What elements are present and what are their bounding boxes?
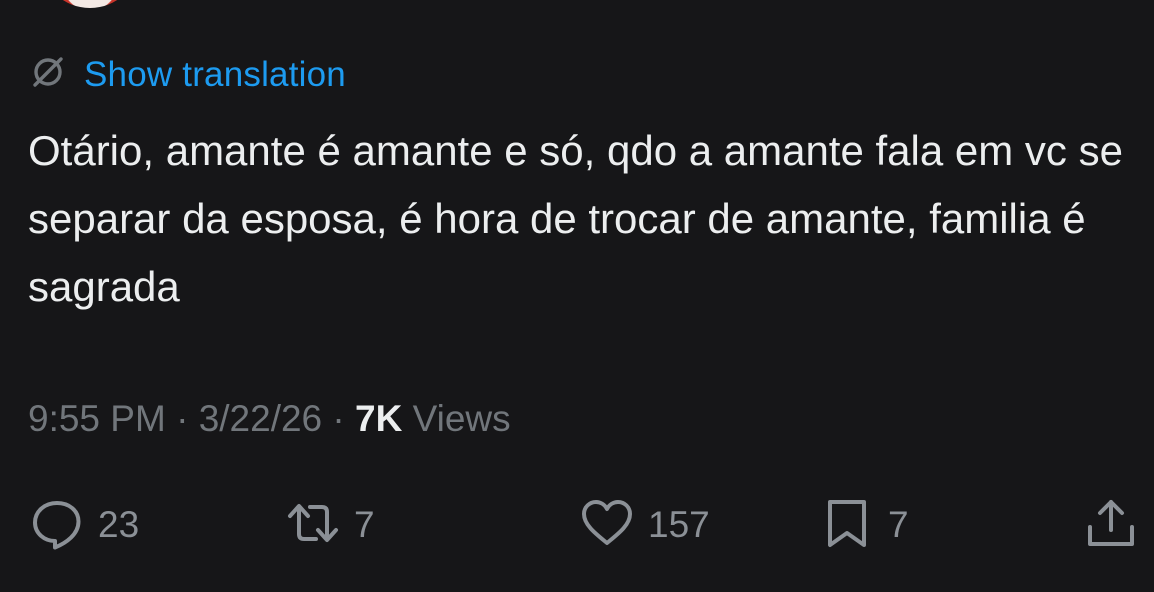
repost-icon bbox=[284, 494, 342, 557]
tweet-meta: 9:55 PM · 3/22/26 · 7K Views bbox=[28, 398, 511, 440]
tweet-actions: 23 7 157 7 bbox=[0, 490, 1154, 560]
repost-button[interactable]: 7 bbox=[284, 490, 375, 560]
show-translation-label: Show translation bbox=[84, 54, 346, 94]
tweet-date[interactable]: 3/22/26 bbox=[199, 398, 322, 440]
avatar[interactable] bbox=[40, 0, 140, 8]
translate-globe-icon bbox=[28, 52, 68, 97]
tweet-time[interactable]: 9:55 PM bbox=[28, 398, 166, 440]
share-icon bbox=[1082, 494, 1140, 557]
reply-icon bbox=[28, 494, 86, 557]
like-button[interactable]: 157 bbox=[578, 490, 710, 560]
reply-button[interactable]: 23 bbox=[28, 490, 139, 560]
repost-count: 7 bbox=[354, 504, 375, 545]
show-translation-button[interactable]: Show translation bbox=[28, 52, 346, 97]
reply-count: 23 bbox=[98, 504, 140, 545]
views-count[interactable]: 7K bbox=[355, 398, 402, 440]
bookmark-icon bbox=[818, 494, 876, 557]
views-label: Views bbox=[402, 398, 511, 439]
heart-icon bbox=[578, 494, 636, 557]
tweet-text: Otário, amante é amante e só, qdo a aman… bbox=[28, 127, 1123, 310]
bookmark-button[interactable]: 7 bbox=[818, 490, 909, 560]
like-count: 157 bbox=[648, 504, 710, 545]
bookmark-count: 7 bbox=[888, 504, 909, 545]
meta-separator: · bbox=[322, 398, 356, 439]
meta-separator: · bbox=[165, 398, 199, 439]
share-button[interactable] bbox=[1082, 490, 1140, 560]
